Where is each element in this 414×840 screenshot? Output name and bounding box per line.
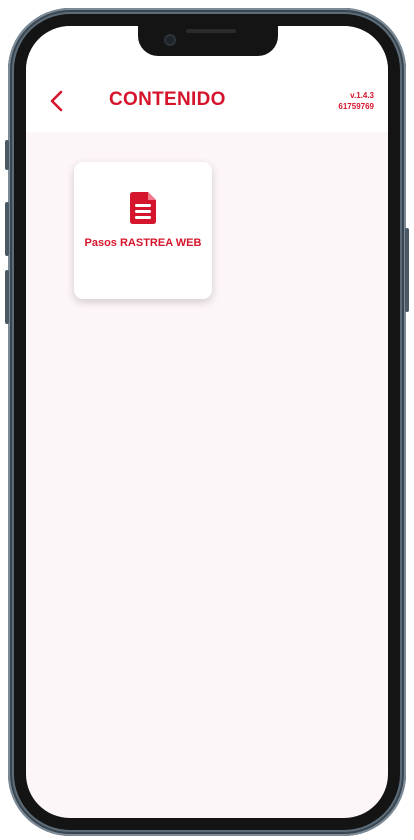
back-button[interactable] bbox=[44, 88, 70, 114]
phone-volume-down-button bbox=[5, 270, 9, 324]
version-label: v.1.4.3 bbox=[350, 91, 374, 100]
phone-notch bbox=[138, 26, 278, 56]
build-number: 61759769 bbox=[338, 102, 374, 111]
speaker-grille bbox=[186, 29, 236, 33]
card-label: Pasos RASTREA WEB bbox=[84, 237, 202, 249]
page-title: CONTENIDO bbox=[109, 89, 226, 110]
front-camera bbox=[164, 34, 176, 46]
version-info: v.1.4.3 61759769 bbox=[338, 90, 374, 112]
phone-volume-up-button bbox=[5, 202, 9, 256]
app-screen: CONTENIDO v.1.4.3 61759769 Pasos RASTREA… bbox=[26, 26, 388, 818]
phone-side-button bbox=[5, 140, 9, 170]
phone-frame: CONTENIDO v.1.4.3 61759769 Pasos RASTREA… bbox=[5, 8, 409, 836]
chevron-left-icon bbox=[50, 90, 63, 112]
phone-power-button bbox=[405, 228, 409, 312]
phone-bezel: CONTENIDO v.1.4.3 61759769 Pasos RASTREA… bbox=[14, 14, 400, 830]
document-icon bbox=[130, 192, 156, 224]
content-card-pasos-rastrea-web[interactable]: Pasos RASTREA WEB bbox=[74, 162, 212, 299]
